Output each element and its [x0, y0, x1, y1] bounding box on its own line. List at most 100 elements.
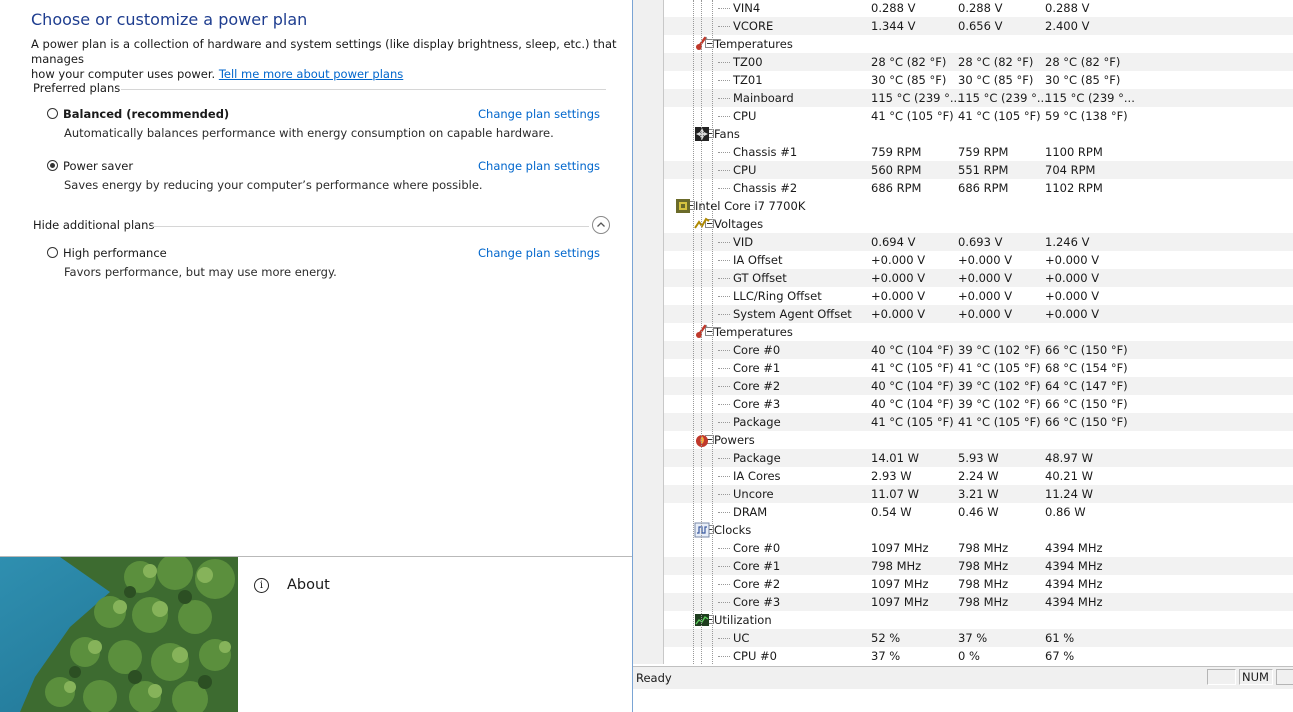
- current-value: 686 RPM: [871, 181, 922, 195]
- sensor-row[interactable]: Uncore 11.07 W 3.21 W 11.24 W: [664, 485, 1293, 503]
- sensor-row[interactable]: Mainboard 115 °C (239 °... 115 °C (239 °..…: [664, 89, 1293, 107]
- learn-more-link[interactable]: Tell me more about power plans: [219, 67, 403, 81]
- thermometer-icon: [694, 36, 710, 52]
- sensor-row[interactable]: Chassis #2 686 RPM 686 RPM 1102 RPM: [664, 179, 1293, 197]
- info-icon: i: [254, 578, 269, 593]
- sensor-label: Package: [733, 415, 781, 429]
- sensor-row[interactable]: TZ01 30 °C (85 °F) 30 °C (85 °F) 30 °C (85 …: [664, 71, 1293, 89]
- sensor-row[interactable]: CPU #0 37 % 0 % 67 %: [664, 647, 1293, 664]
- max-value: 61 %: [1045, 631, 1075, 645]
- sensor-row[interactable]: Core #0 1097 MHz 798 MHz 4394 MHz: [664, 539, 1293, 557]
- min-value: 0.693 V: [958, 235, 1003, 249]
- sensor-label: Utilization: [714, 613, 772, 627]
- category-row[interactable]: Temperatures: [664, 323, 1293, 341]
- max-value: 704 RPM: [1045, 163, 1096, 177]
- max-value: 66 °C (150 °F): [1045, 415, 1128, 429]
- change-plan-settings-balanced[interactable]: Change plan settings: [478, 107, 600, 121]
- max-value: 4394 MHz: [1045, 541, 1103, 555]
- sensor-row[interactable]: DRAM 0.54 W 0.46 W 0.86 W: [664, 503, 1293, 521]
- sensor-row[interactable]: VIN4 0.288 V 0.288 V 0.288 V: [664, 0, 1293, 17]
- sensor-row[interactable]: UC 52 % 37 % 61 %: [664, 629, 1293, 647]
- max-value: 2.400 V: [1045, 19, 1090, 33]
- max-value: 66 °C (150 °F): [1045, 343, 1128, 357]
- tree-connector: [718, 584, 730, 586]
- change-plan-settings-power-saver[interactable]: Change plan settings: [478, 159, 600, 173]
- tree-connector: [712, 0, 713, 200]
- sensor-label: GT Offset: [733, 271, 787, 285]
- sensor-row[interactable]: Package 41 °C (105 °F) 41 °C (105 °F) 66 °C…: [664, 413, 1293, 431]
- radio-balanced[interactable]: [47, 108, 58, 119]
- category-row[interactable]: Powers: [664, 431, 1293, 449]
- sensor-row[interactable]: Core #3 1097 MHz 798 MHz 4394 MHz: [664, 593, 1293, 611]
- current-value: 11.07 W: [871, 487, 919, 501]
- min-value: 0.46 W: [958, 505, 999, 519]
- max-value: 40.21 W: [1045, 469, 1093, 483]
- min-value: 798 MHz: [958, 577, 1009, 591]
- status-text: Ready: [636, 671, 672, 685]
- section-divider: [121, 89, 606, 90]
- sensor-row[interactable]: LLC/Ring Offset +0.000 V +0.000 V +0.000 V: [664, 287, 1293, 305]
- tree-connector: [701, 0, 702, 664]
- category-row[interactable]: Voltages: [664, 215, 1293, 233]
- max-value: 1100 RPM: [1045, 145, 1103, 159]
- about-label: About: [287, 577, 330, 593]
- tree-connector: [718, 386, 730, 388]
- collapse-chevron-up-icon[interactable]: [592, 216, 610, 234]
- current-value: +0.000 V: [871, 253, 926, 267]
- category-row[interactable]: Temperatures: [664, 35, 1293, 53]
- sensor-row[interactable]: IA Offset +0.000 V +0.000 V +0.000 V: [664, 251, 1293, 269]
- max-value: 68 °C (154 °F): [1045, 361, 1128, 375]
- sensor-row[interactable]: VCORE 1.344 V 0.656 V 2.400 V: [664, 17, 1293, 35]
- status-bar: Ready NUM: [633, 666, 1293, 689]
- sensor-label: Mainboard: [733, 91, 794, 105]
- tree-connector: [718, 566, 730, 568]
- sensor-row[interactable]: VID 0.694 V 0.693 V 1.246 V: [664, 233, 1293, 251]
- sensor-row[interactable]: Package 14.01 W 5.93 W 48.97 W: [664, 449, 1293, 467]
- sensor-row[interactable]: TZ00 28 °C (82 °F) 28 °C (82 °F) 28 °C (82 …: [664, 53, 1293, 71]
- current-value: +0.000 V: [871, 289, 926, 303]
- min-value: 39 °C (102 °F): [958, 397, 1041, 411]
- sensor-tree[interactable]: VIN4 0.288 V 0.288 V 0.288 V VCORE 1.344 V 0.6…: [664, 0, 1293, 664]
- sensor-row[interactable]: Core #3 40 °C (104 °F) 39 °C (102 °F) 66 °C…: [664, 395, 1293, 413]
- current-value: 0.694 V: [871, 235, 916, 249]
- sensor-label: Core #3: [733, 595, 781, 609]
- category-row[interactable]: Fans: [664, 125, 1293, 143]
- max-value: +0.000 V: [1045, 253, 1100, 267]
- utilization-icon: [694, 612, 710, 628]
- plan-description: Saves energy by reducing your computer’s…: [64, 178, 483, 192]
- sensor-row[interactable]: System Agent Offset +0.000 V +0.000 V +0.00…: [664, 305, 1293, 323]
- sensor-row[interactable]: Core #1 41 °C (105 °F) 41 °C (105 °F) 68 °C…: [664, 359, 1293, 377]
- intro-line-2: how your computer uses power.: [31, 67, 216, 81]
- sensor-row[interactable]: Core #0 40 °C (104 °F) 39 °C (102 °F) 66 °C…: [664, 341, 1293, 359]
- min-value: 551 RPM: [958, 163, 1009, 177]
- sensor-row[interactable]: Chassis #1 759 RPM 759 RPM 1100 RPM: [664, 143, 1293, 161]
- hwmonitor-window: VIN4 0.288 V 0.288 V 0.288 V VCORE 1.344 V 0.6…: [632, 0, 1293, 712]
- tree-connector: [718, 548, 730, 550]
- voltage-icon: [694, 216, 710, 232]
- sensor-row[interactable]: CPU 41 °C (105 °F) 41 °C (105 °F) 59 °C (13…: [664, 107, 1293, 125]
- radio-high-performance[interactable]: [47, 247, 58, 258]
- sensor-row[interactable]: Core #2 1097 MHz 798 MHz 4394 MHz: [664, 575, 1293, 593]
- sensor-row[interactable]: GT Offset +0.000 V +0.000 V +0.000 V: [664, 269, 1293, 287]
- sensor-label: Temperatures: [714, 325, 793, 339]
- current-value: 40 °C (104 °F): [871, 343, 954, 357]
- category-row[interactable]: Utilization: [664, 611, 1293, 629]
- sensor-row[interactable]: Core #2 40 °C (104 °F) 39 °C (102 °F) 64 °C…: [664, 377, 1293, 395]
- min-value: +0.000 V: [958, 289, 1013, 303]
- num-lock-indicator: NUM: [1239, 669, 1273, 685]
- sensor-label: Core #2: [733, 577, 781, 591]
- device-row[interactable]: Intel Core i7 7700K: [664, 197, 1293, 215]
- sensor-label: Core #0: [733, 541, 781, 555]
- change-plan-settings-high-performance[interactable]: Change plan settings: [478, 246, 600, 260]
- max-value: 30 °C (85 °F): [1045, 73, 1121, 87]
- sensor-row[interactable]: Core #1 798 MHz 798 MHz 4394 MHz: [664, 557, 1293, 575]
- sensor-row[interactable]: IA Cores 2.93 W 2.24 W 40.21 W: [664, 467, 1293, 485]
- radio-power-saver[interactable]: [47, 160, 58, 171]
- tree-connector: [718, 260, 730, 262]
- plan-description: Automatically balances performance with …: [64, 126, 554, 140]
- category-row[interactable]: Clocks: [664, 521, 1293, 539]
- sensor-label: Core #0: [733, 343, 781, 357]
- sensor-label: CPU: [733, 109, 757, 123]
- current-value: 41 °C (105 °F): [871, 415, 954, 429]
- sensor-row[interactable]: CPU 560 RPM 551 RPM 704 RPM: [664, 161, 1293, 179]
